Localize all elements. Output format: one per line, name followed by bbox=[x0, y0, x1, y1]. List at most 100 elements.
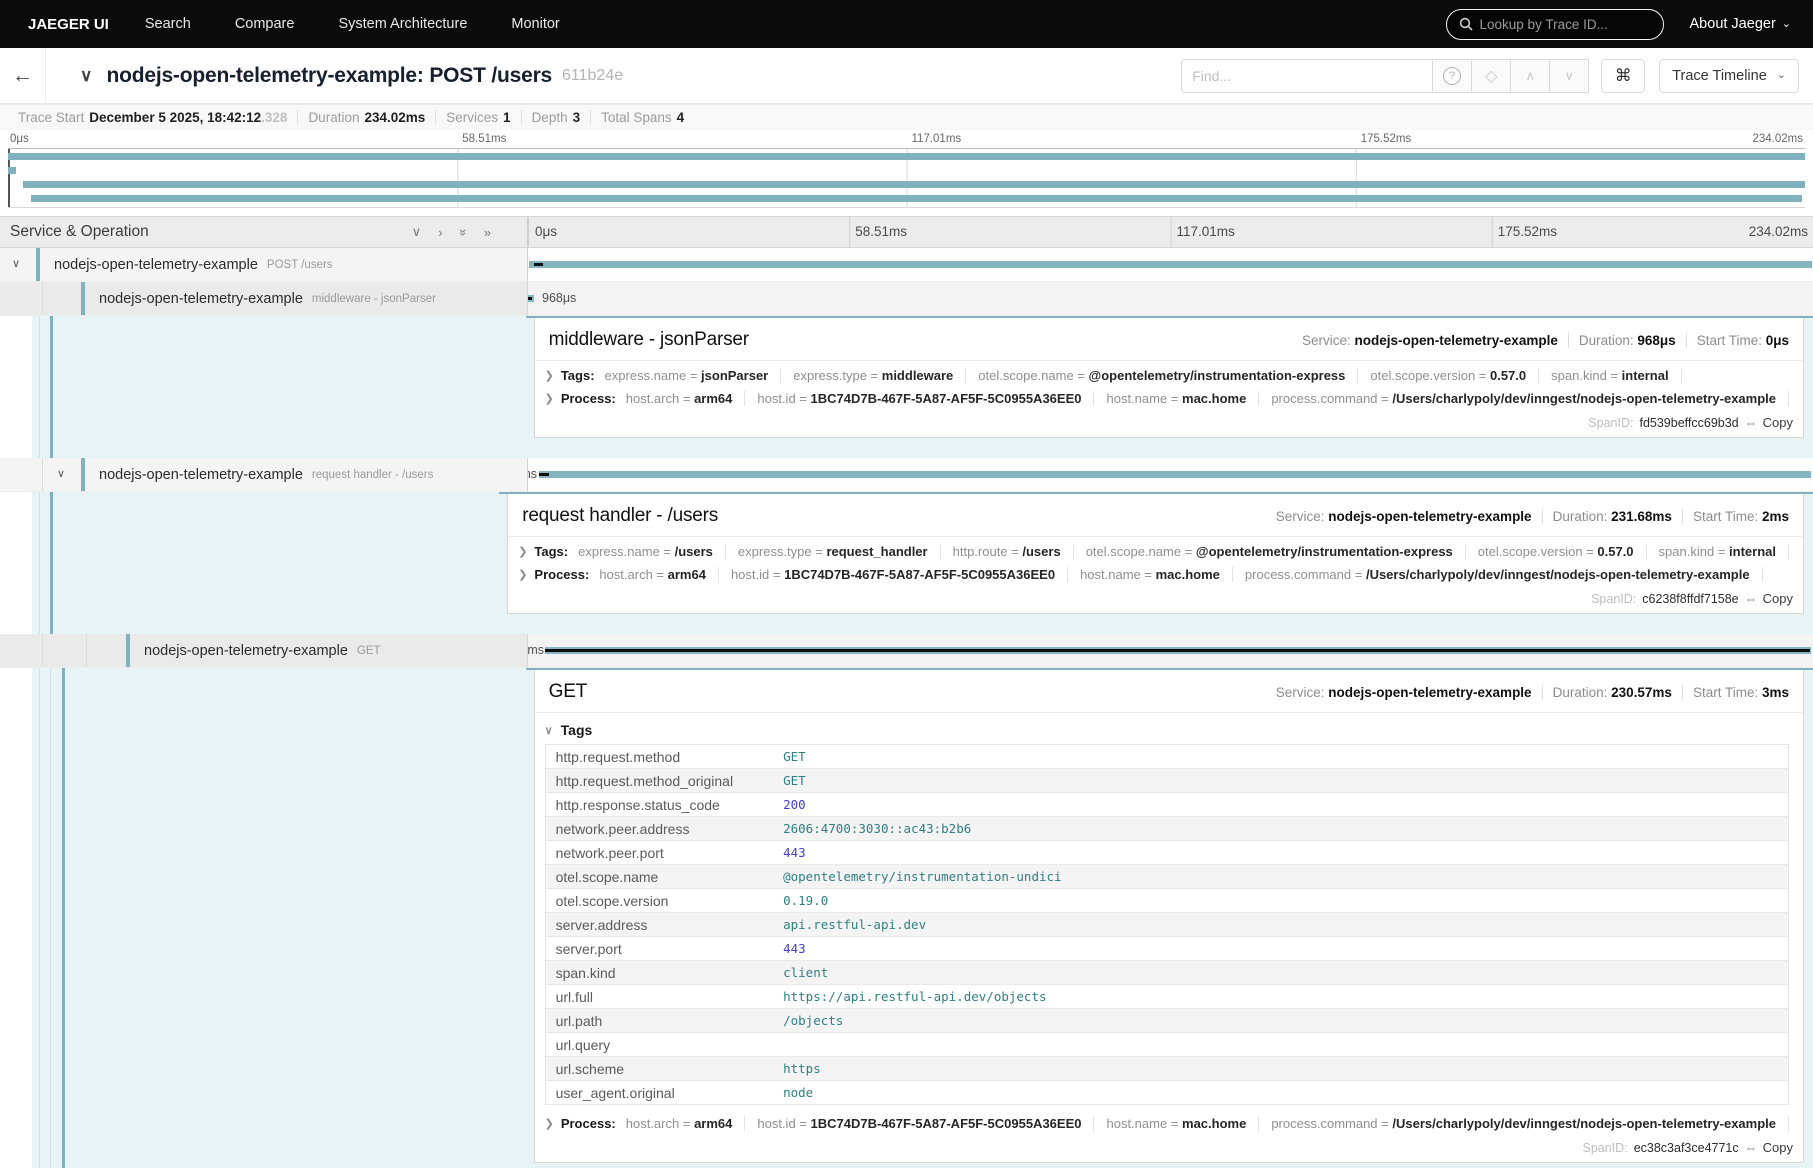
expand-one-icon[interactable]: › bbox=[438, 225, 442, 240]
minimap-span-bar bbox=[8, 153, 1805, 160]
tag-row: otel.scope.name @opentelemetry/instrumen… bbox=[545, 865, 1788, 889]
find-input[interactable] bbox=[1181, 59, 1433, 93]
span-detail-header[interactable]: request handler - /users Service: nodejs… bbox=[508, 494, 1803, 537]
tags-summary-row[interactable]: ❯ Tags: express.name = jsonParserexpress… bbox=[535, 361, 1803, 389]
meta-duration: Duration234.02ms bbox=[298, 110, 436, 125]
expand-all-icon[interactable]: » bbox=[484, 225, 491, 240]
process-summary-item: host.name = mac.home bbox=[1094, 391, 1259, 406]
span-row: nodejs-open-telemetry-example middleware… bbox=[0, 282, 1813, 316]
span-name-cell-post-users[interactable]: ∨ nodejs-open-telemetry-example POST /us… bbox=[0, 248, 528, 282]
chevron-down-icon: ∨ bbox=[545, 724, 553, 737]
tags-section-header[interactable]: ∨ Tags bbox=[545, 719, 1789, 744]
back-button[interactable]: ← bbox=[0, 48, 46, 103]
find-focus-button[interactable]: ◇ bbox=[1472, 59, 1511, 93]
nav-item-monitor[interactable]: Monitor bbox=[489, 16, 581, 32]
collapse-one-icon[interactable]: ∨ bbox=[412, 224, 422, 240]
minimap-canvas[interactable] bbox=[8, 148, 1805, 208]
span-color-guide bbox=[62, 668, 65, 1168]
chevron-down-icon: ∨ bbox=[1564, 68, 1574, 84]
span-name-cell-get[interactable]: nodejs-open-telemetry-example GET bbox=[0, 634, 528, 668]
trace-id-lookup[interactable] bbox=[1446, 9, 1664, 40]
span-timeline-cell[interactable] bbox=[528, 248, 1813, 282]
chevron-down-icon: ⌄ bbox=[1777, 70, 1786, 81]
find-toolbar: ? ◇ ∧ ∨ bbox=[1181, 59, 1589, 93]
tag-row: http.response.status_code 200 bbox=[545, 793, 1788, 817]
chevron-right-icon: ❯ bbox=[518, 568, 527, 581]
tag-summary-item: express.name = jsonParser bbox=[605, 368, 782, 383]
span-detail-header[interactable]: middleware - jsonParser Service: nodejs-… bbox=[535, 318, 1803, 361]
span-bar[interactable] bbox=[539, 471, 1811, 478]
span-duration-label: 968μs bbox=[542, 291, 576, 305]
nav-item-system-architecture[interactable]: System Architecture bbox=[316, 16, 489, 32]
tag-row: url.full https://api.restful-api.dev/obj… bbox=[545, 985, 1788, 1009]
span-name-cell-json-parser[interactable]: nodejs-open-telemetry-example middleware… bbox=[0, 282, 528, 316]
process-summary-row[interactable]: ❯ Process: host.arch = arm64host.id = 1B… bbox=[535, 1109, 1803, 1137]
span-name-cell-request-handler[interactable]: ∨ nodejs-open-telemetry-example request … bbox=[0, 458, 528, 492]
tag-summary-item: otel.scope.name = @opentelemetry/instrum… bbox=[1074, 544, 1466, 559]
tag-key: server.port bbox=[545, 937, 773, 961]
chevron-right-icon: ❯ bbox=[545, 392, 554, 405]
collapse-all-icon[interactable]: » bbox=[456, 228, 471, 235]
tree-guide-line bbox=[39, 668, 40, 1168]
span-bar[interactable] bbox=[529, 261, 1813, 268]
process-summary-row[interactable]: ❯ Process: host.arch = arm64host.id = 1B… bbox=[508, 565, 1803, 588]
find-prev-button[interactable]: ∧ bbox=[1511, 59, 1550, 93]
nav-item-search[interactable]: Search bbox=[123, 16, 213, 32]
copy-span-id-button[interactable]: ⇔ Copy bbox=[1745, 591, 1793, 606]
tag-key: http.response.status_code bbox=[545, 793, 773, 817]
tag-summary-item: otel.scope.version = 0.57.0 bbox=[1466, 544, 1647, 559]
process-summary-item: process.command = /Users/charlypoly/dev/… bbox=[1259, 1116, 1789, 1131]
about-jaeger-menu[interactable]: About Jaeger ⌄ bbox=[1690, 16, 1791, 32]
tag-value: 2606:4700:3030::ac43:b2b6 bbox=[773, 817, 1788, 841]
nav-item-compare[interactable]: Compare bbox=[213, 16, 317, 32]
process-summary-row[interactable]: ❯ Process: host.arch = arm64host.id = 1B… bbox=[535, 389, 1803, 412]
tag-key: server.address bbox=[545, 913, 773, 937]
span-timeline-cell[interactable]: 230.57ms bbox=[528, 634, 1813, 668]
trace-id-lookup-input[interactable] bbox=[1480, 17, 1651, 32]
trace-title: nodejs-open-telemetry-example: POST /use… bbox=[106, 64, 552, 88]
find-help-button[interactable]: ? bbox=[1433, 59, 1472, 93]
minimap-span-bar bbox=[8, 167, 16, 174]
span-id-row: SpanID: c6238f8ffdf7158e ⇔ Copy bbox=[508, 588, 1803, 613]
about-jaeger-label: About Jaeger bbox=[1690, 16, 1776, 32]
tag-value: 0.19.0 bbox=[773, 889, 1788, 913]
chevron-down-icon[interactable]: ∨ bbox=[57, 467, 65, 480]
tag-summary-item: otel.scope.version = 0.57.0 bbox=[1358, 368, 1539, 383]
span-detail-header[interactable]: GET Service: nodejs-open-telemetry-examp… bbox=[535, 670, 1803, 713]
link-icon: ⇔ bbox=[1745, 591, 1758, 606]
chevron-right-icon: ❯ bbox=[518, 545, 527, 558]
tree-guide-line bbox=[86, 634, 87, 667]
tag-key: url.query bbox=[545, 1033, 773, 1057]
tag-summary-item: express.type = middleware bbox=[781, 368, 966, 383]
copy-span-id-button[interactable]: ⇔ Copy bbox=[1745, 1140, 1793, 1155]
tag-summary-item: span.kind = internal bbox=[1647, 544, 1789, 559]
chevron-down-icon[interactable]: ∨ bbox=[12, 257, 20, 270]
trace-view-select[interactable]: Trace Timeline ⌄ bbox=[1659, 59, 1799, 93]
tag-value: GET bbox=[773, 769, 1788, 793]
link-icon: ⇔ bbox=[1745, 415, 1758, 430]
trace-minimap: 0μs 58.51ms 117.01ms 175.52ms 234.02ms bbox=[0, 130, 1813, 208]
span-id-row: SpanID: ec38c3af3ce4771c ⇔ Copy bbox=[535, 1137, 1803, 1162]
span-row: ∨ nodejs-open-telemetry-example POST /us… bbox=[0, 248, 1813, 282]
tag-row: http.request.method_original GET bbox=[545, 769, 1788, 793]
tags-section: ∨ Tags http.request.method GET http.requ… bbox=[535, 713, 1803, 1109]
keyboard-shortcuts-button[interactable]: ⌘ bbox=[1601, 59, 1645, 93]
process-summary-item: host.name = mac.home bbox=[1094, 1116, 1259, 1131]
span-detail-title: middleware - jsonParser bbox=[549, 329, 749, 351]
help-icon: ? bbox=[1443, 67, 1461, 85]
top-navbar: JAEGER UI Search Compare System Architec… bbox=[0, 0, 1813, 48]
span-timeline-cell[interactable]: 231.68ms bbox=[528, 458, 1813, 492]
command-icon: ⌘ bbox=[1615, 66, 1632, 86]
tags-summary-row[interactable]: ❯ Tags: express.name = /usersexpress.typ… bbox=[508, 537, 1803, 565]
span-detail-info: Service: nodejs-open-telemetry-example D… bbox=[1292, 333, 1789, 348]
trace-collapse-chevron-icon[interactable]: ∨ bbox=[80, 66, 92, 86]
span-operation-name: POST /users bbox=[267, 259, 333, 271]
span-timeline-cell[interactable]: 968μs bbox=[528, 282, 1813, 316]
critical-path-segment bbox=[534, 263, 544, 266]
trace-id-short: 611b24e bbox=[562, 67, 623, 85]
copy-span-id-button[interactable]: ⇔ Copy bbox=[1745, 415, 1793, 430]
process-summary-item: process.command = /Users/charlypoly/dev/… bbox=[1233, 567, 1763, 582]
app-brand[interactable]: JAEGER UI bbox=[14, 16, 123, 33]
span-detail-info: Service: nodejs-open-telemetry-example D… bbox=[1266, 685, 1789, 700]
find-next-button[interactable]: ∨ bbox=[1550, 59, 1589, 93]
